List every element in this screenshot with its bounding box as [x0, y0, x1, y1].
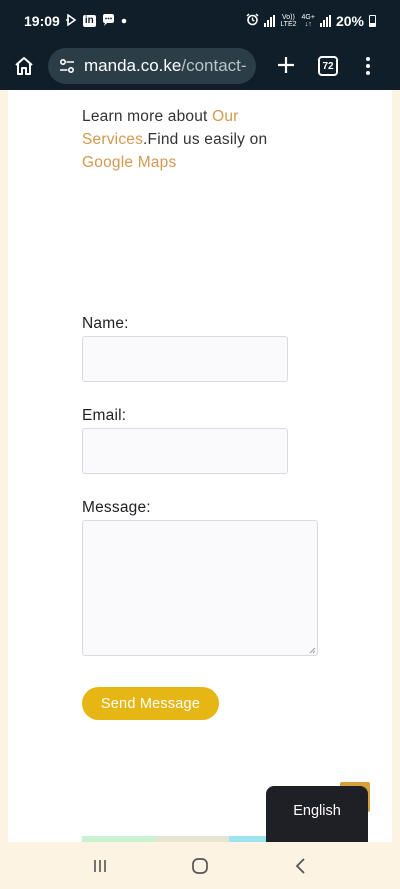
home-icon	[15, 57, 33, 75]
network-gen-text: 4G+	[301, 14, 315, 21]
chat-bubble-icon	[102, 13, 115, 29]
dot-icon	[121, 16, 127, 27]
google-maps-link[interactable]: Google Maps	[82, 154, 176, 171]
status-left: 19:09 in	[24, 12, 127, 29]
status-time: 19:09	[24, 13, 60, 29]
status-bar: 19:09 in Vo)) LTE2 4G+ ↓↑ 20%	[0, 0, 400, 42]
menu-dot-icon	[366, 71, 370, 75]
language-selector[interactable]: English	[266, 786, 368, 842]
tab-switcher-button[interactable]: 72	[318, 56, 338, 76]
volte-bottom-text: LTE2	[280, 21, 297, 28]
email-label: Email:	[82, 407, 127, 424]
send-message-button[interactable]: Send Message	[82, 687, 219, 720]
email-input[interactable]	[82, 428, 288, 474]
status-right: Vo)) LTE2 4G+ ↓↑ 20%	[246, 13, 376, 29]
resize-handle-icon[interactable]	[308, 646, 316, 654]
name-label: Name:	[82, 315, 129, 332]
back-icon	[295, 857, 305, 874]
language-label: English	[293, 803, 341, 819]
plus-icon	[278, 57, 294, 73]
url-domain: manda.co.ke	[84, 56, 182, 75]
system-nav-bar	[0, 842, 400, 889]
intro-text-before: Learn more about	[82, 108, 213, 125]
transfer-arrows-icon: ↓↑	[304, 21, 312, 28]
menu-dot-icon	[366, 64, 370, 68]
wifi-signal-icon	[264, 15, 276, 27]
cell-signal-icon	[319, 15, 331, 27]
content-card: Learn more about Our Services.Find us ea…	[8, 90, 392, 842]
url-path: /contact-	[181, 56, 246, 75]
recent-apps-icon	[94, 859, 106, 872]
back-nav-button[interactable]	[280, 851, 320, 881]
linkedin-icon: in	[82, 15, 96, 27]
alarm-icon	[246, 13, 259, 29]
home-nav-icon	[192, 857, 208, 874]
intro-text-middle: .Find us easily on	[143, 131, 268, 148]
browser-menu-button[interactable]	[362, 57, 374, 75]
new-tab-button[interactable]	[272, 52, 300, 80]
volte-top-text: Vo))	[282, 14, 295, 21]
home-button[interactable]	[10, 52, 38, 80]
site-settings-icon[interactable]	[58, 57, 76, 75]
browser-toolbar: manda.co.ke/contact- 72	[0, 42, 400, 90]
play-icon	[65, 12, 77, 29]
intro-paragraph: Learn more about Our Services.Find us ea…	[82, 105, 302, 174]
message-label: Message:	[82, 499, 151, 516]
recent-apps-button[interactable]	[80, 851, 120, 881]
battery-icon	[369, 15, 376, 27]
address-bar[interactable]: manda.co.ke/contact-	[48, 48, 256, 84]
battery-percent: 20%	[335, 13, 364, 29]
message-textarea[interactable]	[82, 520, 318, 656]
web-page: Learn more about Our Services.Find us ea…	[0, 90, 400, 842]
url-text[interactable]: manda.co.ke/contact-	[84, 56, 246, 76]
name-input[interactable]	[82, 336, 288, 382]
menu-dot-icon	[366, 57, 370, 61]
network-gen-indicator: 4G+ ↓↑	[302, 14, 315, 28]
home-nav-button[interactable]	[180, 851, 220, 881]
volte-indicator: Vo)) LTE2	[280, 14, 296, 28]
